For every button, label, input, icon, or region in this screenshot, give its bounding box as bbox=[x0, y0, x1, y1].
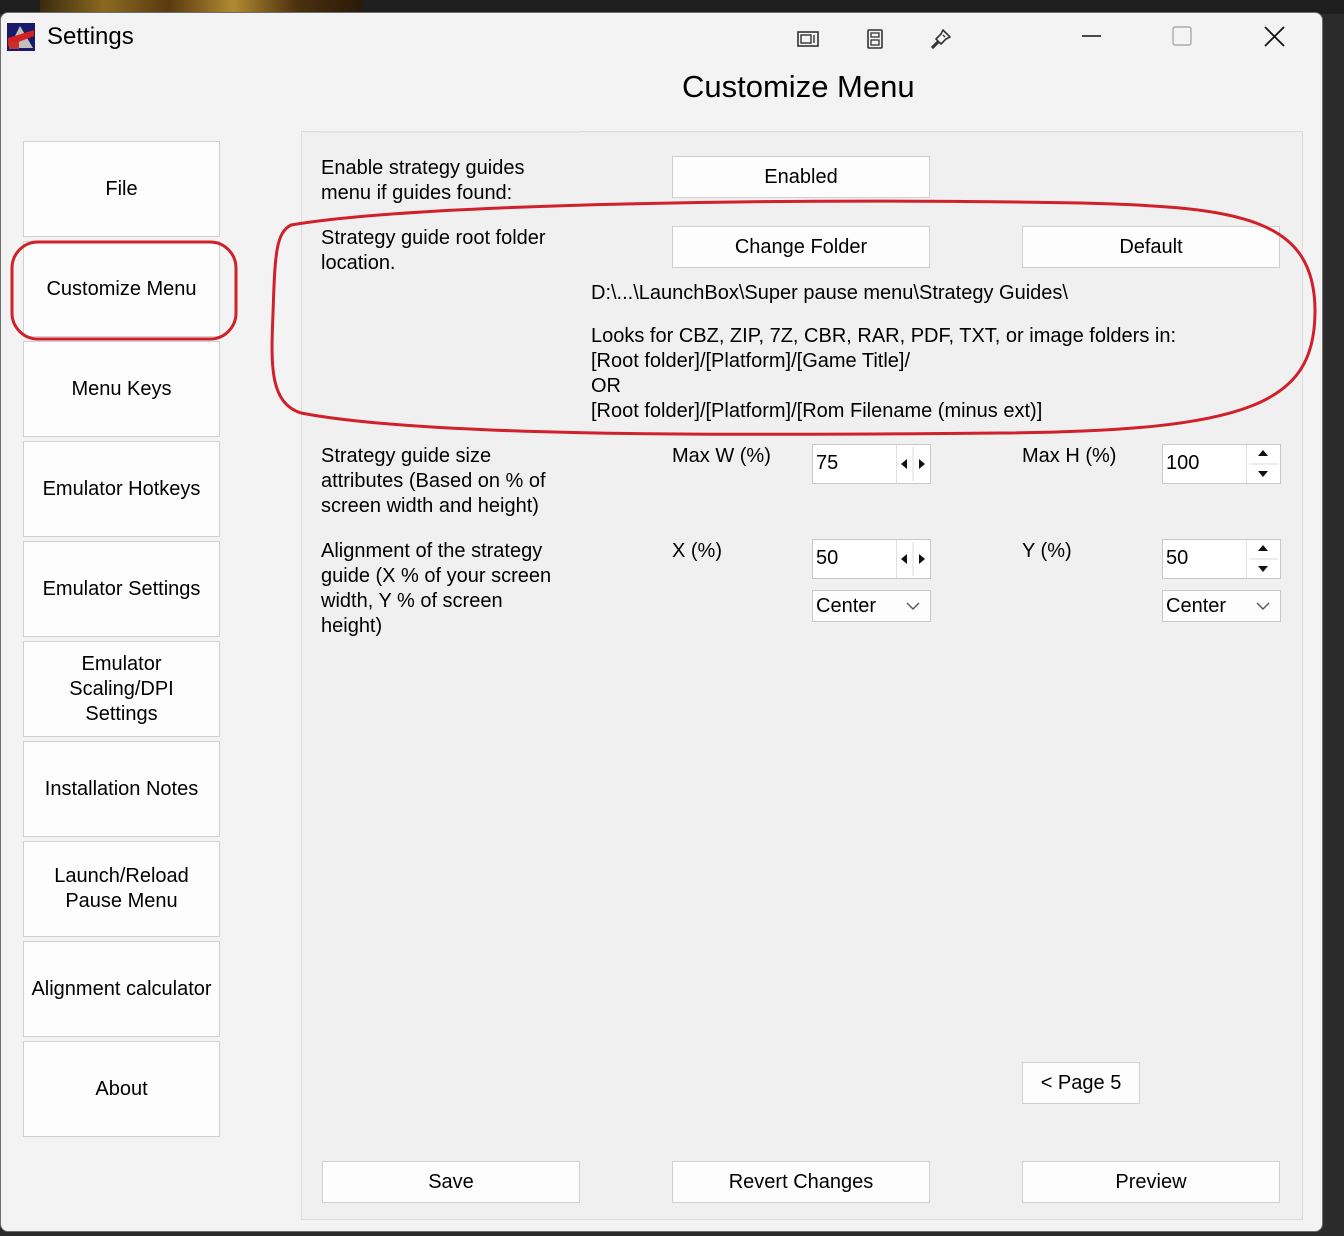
x-label: X (%) bbox=[672, 540, 722, 562]
root-folder-help: Looks for CBZ, ZIP, 7Z, CBR, RAR, PDF, T… bbox=[591, 325, 1176, 422]
y-spinner[interactable]: 50 bbox=[1162, 539, 1281, 579]
y-align-dropdown[interactable]: Center bbox=[1162, 590, 1281, 622]
maximize-button[interactable] bbox=[1137, 13, 1227, 59]
sidebar-item-file[interactable]: File bbox=[23, 141, 220, 237]
max-w-label: Max W (%) bbox=[672, 445, 771, 467]
calculator-icon[interactable] bbox=[863, 27, 887, 51]
window-title: Settings bbox=[47, 23, 134, 50]
maximize-icon bbox=[1172, 26, 1192, 46]
max-h-label: Max H (%) bbox=[1022, 445, 1117, 467]
sidebar-item-installation-notes[interactable]: Installation Notes bbox=[23, 741, 220, 837]
x-spinner-arrows[interactable] bbox=[896, 540, 930, 578]
close-button[interactable] bbox=[1229, 13, 1319, 59]
y-align-value: Center bbox=[1166, 595, 1227, 617]
page-title-text: Customize Menu bbox=[682, 69, 915, 104]
y-label: Y (%) bbox=[1022, 540, 1072, 562]
x-align-dropdown[interactable]: Center bbox=[812, 590, 931, 622]
chevron-down-icon bbox=[1256, 602, 1270, 610]
minimize-icon bbox=[1082, 35, 1101, 37]
sidebar-item-emulator-settings[interactable]: Emulator Settings bbox=[23, 541, 220, 637]
max-w-spinner[interactable]: 75 bbox=[812, 444, 931, 484]
size-attributes-label: Strategy guide size attributes (Based on… bbox=[321, 445, 546, 517]
sidebar-item-launch-reload[interactable]: Launch/Reload Pause Menu bbox=[23, 841, 220, 937]
settings-window: Settings Customize Menu File Customize M… bbox=[0, 12, 1323, 1232]
panel-tab-indicator bbox=[321, 131, 581, 133]
sidebar-item-emulator-hotkeys[interactable]: Emulator Hotkeys bbox=[23, 441, 220, 537]
sidebar-item-alignment-calculator[interactable]: Alignment calculator bbox=[23, 941, 220, 1037]
max-w-spinner-arrows[interactable] bbox=[896, 445, 930, 483]
app-icon bbox=[7, 23, 35, 51]
guides-enabled-button[interactable]: Enabled bbox=[672, 156, 930, 198]
sidebar-item-emulator-scaling[interactable]: Emulator Scaling/DPI Settings bbox=[23, 641, 220, 737]
chevron-down-icon bbox=[906, 602, 920, 610]
x-spinner[interactable]: 50 bbox=[812, 539, 931, 579]
previous-page-button[interactable]: < Page 5 bbox=[1022, 1062, 1140, 1104]
max-h-value: 100 bbox=[1166, 452, 1200, 474]
preview-button[interactable]: Preview bbox=[1022, 1161, 1280, 1203]
left-right-arrows-icon bbox=[901, 542, 925, 576]
max-h-spinner-arrows[interactable] bbox=[1246, 445, 1280, 483]
root-folder-label: Strategy guide root folder location. bbox=[321, 227, 546, 274]
save-button[interactable]: Save bbox=[322, 1161, 580, 1203]
pin-icon[interactable] bbox=[929, 27, 953, 51]
max-w-value: 75 bbox=[816, 452, 839, 474]
root-folder-path: D:\...\LaunchBox\Super pause menu\Strate… bbox=[591, 282, 1068, 304]
minimize-button[interactable] bbox=[1046, 13, 1136, 59]
close-icon bbox=[1264, 26, 1285, 47]
sidebar-item-customize-menu[interactable]: Customize Menu bbox=[23, 241, 220, 337]
default-folder-button[interactable]: Default bbox=[1022, 226, 1280, 268]
window-layout-icon[interactable] bbox=[796, 27, 820, 51]
revert-changes-button[interactable]: Revert Changes bbox=[672, 1161, 930, 1203]
change-folder-button[interactable]: Change Folder bbox=[672, 226, 930, 268]
sidebar-item-menu-keys[interactable]: Menu Keys bbox=[23, 341, 220, 437]
alignment-label: Alignment of the strategy guide (X % of … bbox=[321, 540, 552, 637]
title-bar[interactable]: Settings bbox=[1, 13, 1322, 61]
up-down-arrows-icon bbox=[1249, 545, 1278, 572]
guides-menu-label: Enable strategy guides menu if guides fo… bbox=[321, 157, 525, 204]
sidebar-item-about[interactable]: About bbox=[23, 1041, 220, 1137]
x-value: 50 bbox=[816, 547, 839, 569]
x-align-value: Center bbox=[816, 595, 877, 617]
up-down-arrows-icon bbox=[1249, 450, 1278, 477]
y-spinner-arrows[interactable] bbox=[1246, 540, 1280, 578]
left-right-arrows-icon bbox=[901, 447, 925, 481]
y-value: 50 bbox=[1166, 547, 1189, 569]
max-h-spinner[interactable]: 100 bbox=[1162, 444, 1281, 484]
